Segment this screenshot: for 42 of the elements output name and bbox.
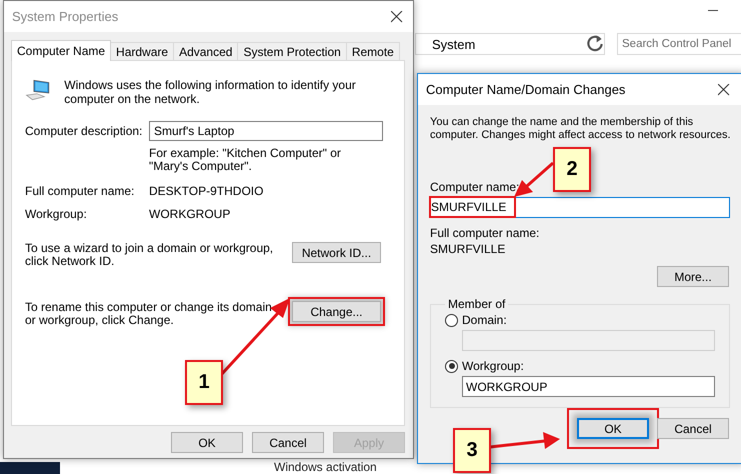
field-value: DESKTOP-9THDOIO (149, 184, 264, 198)
hint-text: For example: "Kitchen Computer" or "Mary's Computer". (149, 147, 342, 173)
instruction-text: To use a wizard to join a domain or workgroup, click Network ID. (25, 242, 274, 268)
group-label: Member of (447, 297, 506, 311)
desktop-strip (0, 462, 60, 474)
field-value: SMURFVILLE (430, 242, 506, 256)
window-title: Computer Name/Domain Changes (426, 82, 626, 97)
radio-label: Domain: (462, 313, 507, 327)
field-value: WORKGROUP (149, 207, 232, 221)
search-field[interactable]: Search Control Panel (617, 33, 741, 55)
close-icon[interactable] (718, 84, 730, 96)
description-field[interactable]: Smurf's Laptop (149, 121, 383, 141)
name-value: SMURFVILLE (431, 198, 514, 216)
field-label: Computer description: (25, 124, 144, 138)
dialog-button[interactable]: Cancel (252, 432, 324, 453)
field-label: Full computer name: (25, 184, 136, 198)
step-callout: 1 (185, 360, 223, 405)
dialog-button[interactable]: OK (171, 432, 243, 453)
radio-button[interactable] (445, 314, 458, 326)
field-label: Workgroup: (25, 207, 88, 221)
address-bar[interactable]: System (415, 33, 605, 55)
field-label: Computer name: (430, 180, 520, 194)
step-callout: 3 (453, 428, 491, 473)
dialog-button[interactable]: Cancel (657, 418, 729, 439)
arrow (490, 432, 560, 449)
window-title: System Properties (12, 9, 118, 24)
dialog-button[interactable]: OK (577, 418, 649, 439)
close-icon[interactable] (391, 10, 403, 22)
tab[interactable]: Computer Name (11, 40, 112, 61)
intro-text: Windows uses the following information to identify your computer on the network. (64, 78, 357, 106)
field-label: Full computer name: (430, 226, 540, 240)
tab[interactable]: Remote (346, 42, 400, 60)
tab[interactable]: System Protection (237, 42, 347, 60)
computer-name-field[interactable]: SMURFVILLE (430, 197, 730, 218)
instruction-text: To rename this computer or change its domain or workgroup, click Change. (25, 301, 273, 327)
intro-text: You can change the name and the membership of this computer. Changes might affect access to network resources. (430, 116, 732, 142)
member-field[interactable]: WORKGROUP (462, 376, 715, 397)
step-callout: 2 (553, 147, 591, 192)
more-button[interactable]: More... (657, 266, 729, 287)
radio-button[interactable] (445, 360, 458, 372)
action-button[interactable]: Network ID... (292, 242, 381, 263)
radio-label: Workgroup: (462, 359, 524, 373)
